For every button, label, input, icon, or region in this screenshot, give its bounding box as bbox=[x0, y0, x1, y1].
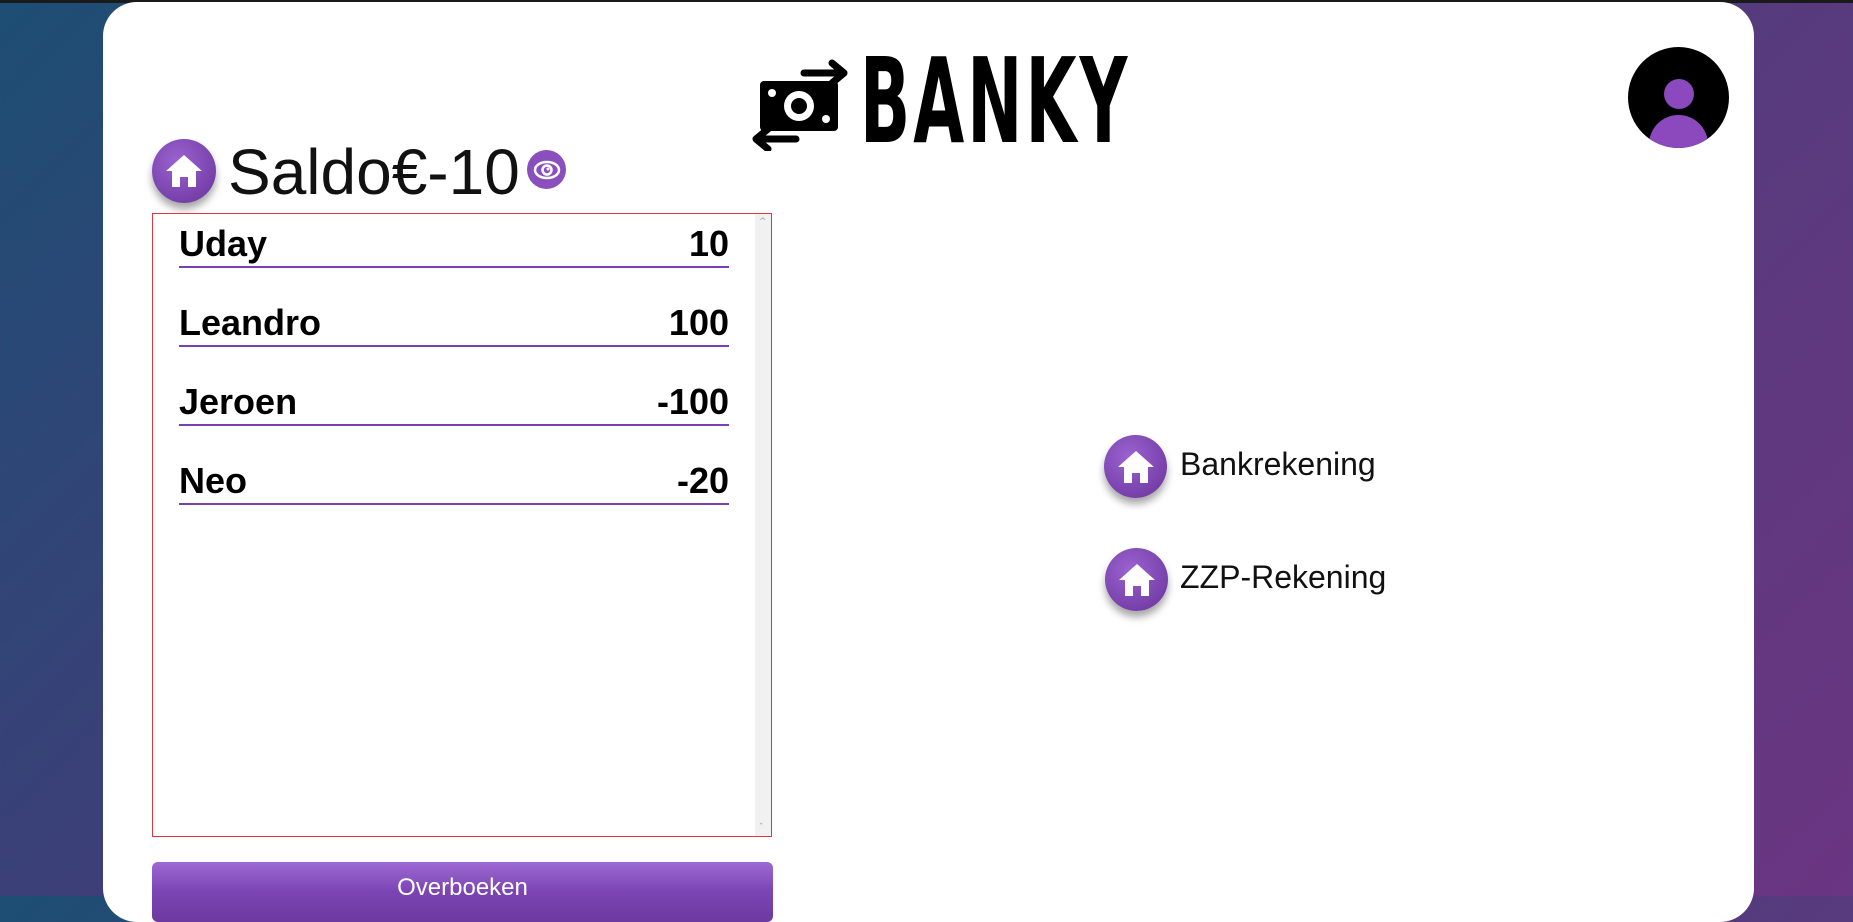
list-item-amount: 100 bbox=[668, 302, 729, 343]
balance-label: Saldo€-10 bbox=[228, 136, 520, 208]
list-item-amount: -20 bbox=[676, 460, 729, 501]
transfer-button[interactable]: Overboeken bbox=[152, 862, 773, 922]
list-item[interactable]: Uday 10 bbox=[179, 218, 729, 268]
home-icon bbox=[166, 155, 202, 187]
toggle-balance-button[interactable] bbox=[527, 150, 566, 189]
home-icon bbox=[1117, 450, 1154, 483]
list-item-amount: 10 bbox=[688, 223, 729, 264]
list-scrollbar[interactable]: ^ ˇ bbox=[755, 214, 771, 836]
eye-icon bbox=[533, 160, 560, 179]
scroll-down-icon[interactable]: ˇ bbox=[759, 823, 764, 833]
list-item[interactable]: Neo -20 bbox=[179, 455, 729, 505]
home-button[interactable] bbox=[152, 139, 216, 203]
account-zzp-label[interactable]: ZZP-Rekening bbox=[1180, 559, 1386, 596]
money-transfer-icon bbox=[752, 59, 848, 151]
transaction-list[interactable]: Uday 10 Leandro 100 Jeroen -100 Neo -20 … bbox=[152, 213, 772, 837]
list-item[interactable]: Leandro 100 bbox=[179, 297, 729, 347]
user-avatar-icon[interactable] bbox=[1628, 47, 1729, 148]
account-bankrekening-button[interactable] bbox=[1104, 435, 1167, 498]
banky-logo[interactable]: BANKY bbox=[752, 36, 1296, 166]
logo-text: BANKY bbox=[860, 32, 1131, 170]
list-item-name: Neo bbox=[179, 460, 248, 501]
home-icon bbox=[1118, 563, 1155, 596]
account-zzp-button[interactable] bbox=[1105, 548, 1168, 611]
avatar-body bbox=[1649, 115, 1708, 148]
list-item-name: Jeroen bbox=[179, 381, 298, 422]
list-item-amount: -100 bbox=[656, 381, 729, 422]
avatar-head bbox=[1664, 79, 1694, 109]
list-item-name: Leandro bbox=[179, 302, 322, 343]
list-item[interactable]: Jeroen -100 bbox=[179, 376, 729, 426]
scroll-up-icon[interactable]: ^ bbox=[759, 217, 767, 227]
account-bankrekening-label[interactable]: Bankrekening bbox=[1180, 446, 1376, 483]
list-item-name: Uday bbox=[179, 223, 268, 264]
